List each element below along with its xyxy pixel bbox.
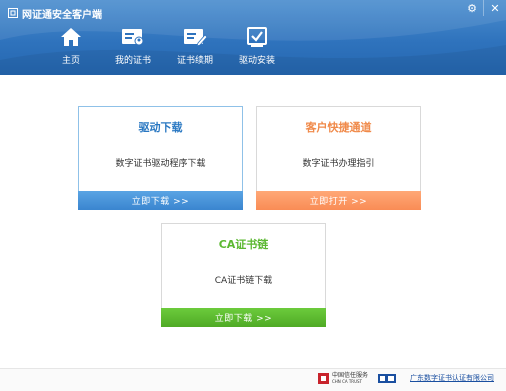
trust-seal-icon (318, 373, 329, 384)
app-title-area: 网证通安全客户端 (8, 6, 102, 21)
nav-item-driver-install[interactable]: 驱动安装 (226, 26, 288, 72)
driver-install-icon (247, 27, 267, 47)
footer-logo1-line2: CHN CA TRUST (332, 379, 362, 384)
nav-item-home[interactable]: 主页 (40, 26, 102, 72)
certificate-card-icon (122, 29, 144, 46)
ca-download-button[interactable]: 立即下载 >> (161, 308, 326, 327)
nav-label-my-certificate: 我的证书 (114, 56, 151, 66)
company-name[interactable]: 广东数字证书认证有限公司 (410, 375, 494, 382)
main-toolbar: 主页 我的证书 证书续期 驱动安装 (40, 26, 288, 72)
settings-icon[interactable]: ⚙ (461, 0, 483, 16)
certificate-renew-icon (184, 29, 207, 47)
app-title: 网证通安全客户端 (22, 9, 102, 21)
company-link[interactable]: 广东数字证书认证有限公司 (410, 375, 494, 382)
card-title: 驱动下载 (138, 121, 183, 134)
driver-download-card: 驱动下载 数字证书驱动程序下载 立即下载 >> (78, 106, 243, 210)
driver-download-button[interactable]: 立即下载 >> (78, 191, 243, 210)
card-title: CA证书链 (218, 238, 269, 251)
title-bar: 网证通安全客户端 ⚙ ✕ 主页 我的证书 证书续期 驱动安装 (0, 0, 506, 75)
trust-service-logo: 中国信任服务 CHN CA TRUST (318, 373, 368, 384)
card-description: 数字证书办理指引 (302, 159, 375, 169)
footer: 中国信任服务 CHN CA TRUST 广东数字证书认证有限公司 (0, 368, 506, 391)
card-description: 数字证书驱动程序下载 (115, 159, 206, 169)
card-description: CA证书链下载 (214, 276, 273, 286)
app-logo-icon (8, 8, 18, 18)
cfca-mark-icon (378, 374, 396, 383)
nav-label-driver-install: 驱动安装 (238, 56, 275, 66)
close-icon[interactable]: ✕ (483, 0, 506, 16)
window-controls: ⚙ ✕ (461, 0, 506, 16)
customer-fast-channel-card: 客户快捷通道 数字证书办理指引 立即打开 >> (256, 106, 421, 210)
card-title: 客户快捷通道 (305, 121, 372, 134)
nav-label-certificate-renew: 证书续期 (176, 56, 213, 66)
cfca-logo (378, 373, 396, 384)
nav-item-my-certificate[interactable]: 我的证书 (102, 26, 164, 72)
ca-chain-card: CA证书链 CA证书链下载 立即下载 >> (161, 223, 326, 327)
home-icon (61, 28, 81, 46)
open-now-button[interactable]: 立即打开 >> (256, 191, 421, 210)
nav-label-home: 主页 (61, 56, 80, 66)
nav-item-certificate-renew[interactable]: 证书续期 (164, 26, 226, 72)
